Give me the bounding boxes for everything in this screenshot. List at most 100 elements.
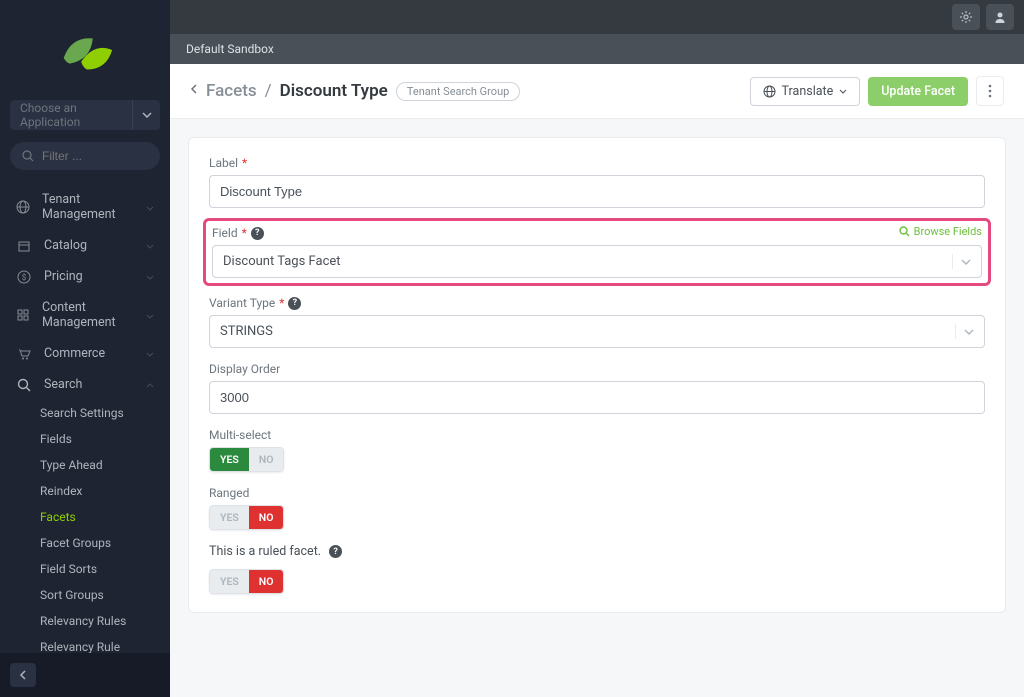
filter-input[interactable] (42, 149, 148, 163)
field-group: Field* ? Browse Fields Discount Tags Fac… (212, 225, 982, 278)
chevron-down-icon (146, 238, 154, 253)
required-indicator: * (279, 296, 284, 310)
chevron-down-icon (952, 254, 971, 269)
nav-fields[interactable]: Fields (0, 426, 170, 452)
ruled-facet-label: This is a ruled facet. (209, 544, 321, 559)
facet-form-card: Label* Field* ? Browse Fi (188, 137, 1006, 613)
breadcrumb-current: Discount Type (280, 81, 388, 101)
main: Default Sandbox Facets / Discount Type T… (170, 0, 1024, 697)
toggle-yes[interactable]: YES (210, 570, 249, 593)
nav-field-sorts[interactable]: Field Sorts (0, 556, 170, 582)
chevron-down-icon (146, 200, 154, 215)
app-selector-placeholder: Choose an Application (10, 101, 132, 129)
variant-label: Variant Type* ? (209, 296, 985, 310)
app-selector[interactable]: Choose an Application (10, 100, 160, 130)
nav-facet-groups[interactable]: Facet Groups (0, 530, 170, 556)
toggle-yes[interactable]: YES (210, 448, 249, 471)
nav-facets[interactable]: Facets (0, 504, 170, 530)
search-icon (16, 378, 32, 392)
breadcrumb-separator: / (265, 81, 272, 101)
page-header: Facets / Discount Type Tenant Search Gro… (170, 64, 1024, 119)
multiselect-toggle[interactable]: YES NO (209, 447, 284, 472)
sidebar: Choose an Application Tenant Management … (0, 0, 170, 697)
nav-catalog[interactable]: Catalog (0, 230, 170, 261)
chevron-down-icon (955, 324, 974, 339)
required-indicator: * (242, 226, 247, 240)
field-select[interactable]: Discount Tags Facet (212, 245, 982, 278)
sandbox-bar: Default Sandbox (170, 34, 1024, 64)
toggle-no[interactable]: NO (249, 570, 284, 593)
help-icon[interactable]: ? (288, 297, 301, 310)
label-input[interactable] (209, 175, 985, 208)
toggle-no[interactable]: NO (249, 506, 284, 529)
chevron-down-icon (146, 269, 154, 284)
catalog-icon (16, 239, 32, 253)
more-actions-button[interactable] (976, 76, 1004, 106)
toggle-yes[interactable]: YES (210, 506, 249, 529)
display-order-group: Display Order (209, 362, 985, 414)
ranged-group: Ranged YES NO (209, 486, 985, 530)
chevron-down-icon (146, 346, 154, 361)
search-icon (22, 150, 34, 162)
ruled-facet-toggle[interactable]: YES NO (209, 569, 284, 594)
nav-relevancy-rules[interactable]: Relevancy Rules (0, 608, 170, 634)
chevron-down-icon (839, 89, 847, 94)
nav-reindex[interactable]: Reindex (0, 478, 170, 504)
field-highlight: Field* ? Browse Fields Discount Tags Fac… (203, 218, 991, 286)
multiselect-group: Multi-select YES NO (209, 428, 985, 472)
nav-tenant-management[interactable]: Tenant Management (0, 184, 170, 230)
chevron-down-icon (132, 100, 160, 130)
grid-icon (16, 308, 30, 322)
help-icon[interactable]: ? (251, 227, 264, 240)
chevron-down-icon (146, 308, 154, 323)
variant-select[interactable]: STRINGS (209, 315, 985, 348)
filter-input-wrapper[interactable] (10, 142, 160, 170)
collapse-sidebar-button[interactable] (10, 663, 36, 687)
nav-commerce[interactable]: Commerce (0, 338, 170, 369)
topbar (170, 0, 1024, 34)
nav-relevancy-rule-groups[interactable]: Relevancy Rule Groups (0, 634, 170, 653)
chevron-up-icon (146, 377, 154, 392)
multiselect-label: Multi-select (209, 428, 985, 442)
dollar-icon: $ (16, 270, 32, 284)
update-facet-button[interactable]: Update Facet (868, 77, 968, 106)
nav-search-settings[interactable]: Search Settings (0, 400, 170, 426)
nav: Tenant Management Catalog $ Pricing Cont… (0, 184, 170, 653)
group-badge: Tenant Search Group (396, 82, 520, 101)
breadcrumb-parent[interactable]: Facets (206, 81, 257, 101)
back-icon[interactable] (190, 83, 198, 99)
toggle-no[interactable]: NO (249, 448, 284, 471)
gear-icon (959, 10, 973, 24)
settings-button[interactable] (952, 4, 980, 30)
chevron-left-icon (19, 670, 27, 680)
label-group: Label* (209, 156, 985, 208)
user-icon (993, 10, 1007, 24)
breadcrumb: Facets / Discount Type (190, 81, 388, 101)
translate-button[interactable]: Translate (750, 77, 861, 106)
help-icon[interactable]: ? (329, 545, 342, 558)
nav-pricing[interactable]: $ Pricing (0, 261, 170, 292)
variant-group: Variant Type* ? STRINGS (209, 296, 985, 348)
ranged-label: Ranged (209, 486, 985, 500)
user-button[interactable] (986, 4, 1014, 30)
cart-icon (16, 347, 32, 361)
header-actions: Translate Update Facet (750, 76, 1004, 106)
sidebar-footer (0, 653, 170, 697)
leaf-logo-icon (54, 28, 116, 78)
display-order-input[interactable] (209, 381, 985, 414)
required-indicator: * (242, 156, 247, 170)
content: Label* Field* ? Browse Fi (170, 119, 1024, 697)
ruled-facet-row: This is a ruled facet. ? (209, 544, 985, 559)
nav-sort-groups[interactable]: Sort Groups (0, 582, 170, 608)
nav-content-management[interactable]: Content Management (0, 292, 170, 338)
sandbox-name: Default Sandbox (186, 42, 274, 56)
svg-text:$: $ (22, 273, 27, 282)
nav-type-ahead[interactable]: Type Ahead (0, 452, 170, 478)
more-vertical-icon (988, 84, 992, 98)
label-label: Label* (209, 156, 985, 170)
ranged-toggle[interactable]: YES NO (209, 505, 284, 530)
globe-icon (16, 200, 30, 214)
browse-fields-link[interactable]: Browse Fields (899, 225, 982, 238)
search-icon (899, 226, 910, 237)
nav-search[interactable]: Search (0, 369, 170, 400)
